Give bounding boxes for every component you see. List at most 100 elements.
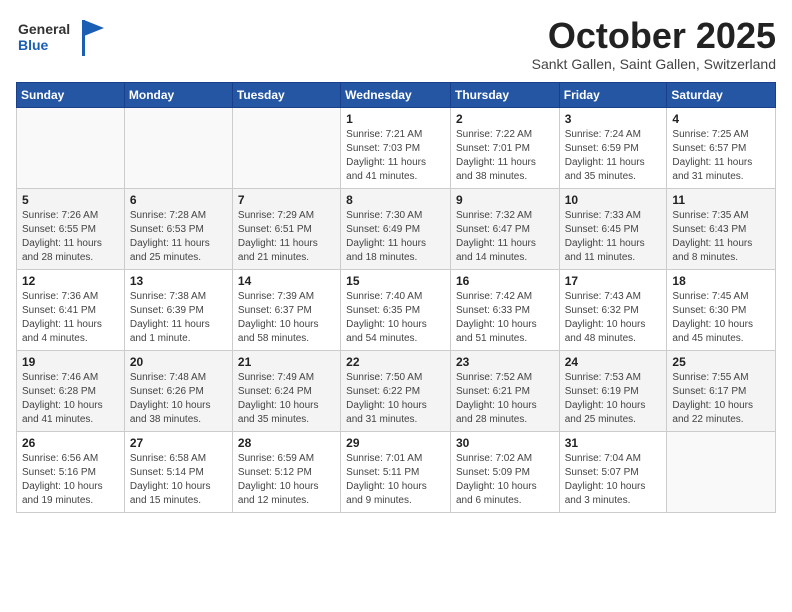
day-number: 25 — [672, 355, 770, 369]
day-info: Sunrise: 6:56 AM Sunset: 5:16 PM Dayligh… — [22, 452, 119, 508]
calendar-cell: 27Sunrise: 6:58 AM Sunset: 5:14 PM Dayli… — [124, 431, 232, 512]
location: Sankt Gallen, Saint Gallen, Switzerland — [532, 56, 776, 72]
day-info: Sunrise: 7:04 AM Sunset: 5:07 PM Dayligh… — [565, 452, 662, 508]
calendar-cell: 28Sunrise: 6:59 AM Sunset: 5:12 PM Dayli… — [232, 431, 340, 512]
header-friday: Friday — [559, 82, 667, 107]
day-number: 1 — [346, 112, 445, 126]
day-number: 17 — [565, 274, 662, 288]
header-thursday: Thursday — [450, 82, 559, 107]
day-info: Sunrise: 7:01 AM Sunset: 5:11 PM Dayligh… — [346, 452, 445, 508]
day-number: 27 — [130, 436, 227, 450]
day-info: Sunrise: 7:50 AM Sunset: 6:22 PM Dayligh… — [346, 371, 445, 427]
day-info: Sunrise: 7:22 AM Sunset: 7:01 PM Dayligh… — [456, 128, 554, 184]
day-number: 13 — [130, 274, 227, 288]
day-info: Sunrise: 7:35 AM Sunset: 6:43 PM Dayligh… — [672, 209, 770, 265]
day-info: Sunrise: 7:42 AM Sunset: 6:33 PM Dayligh… — [456, 290, 554, 346]
calendar-cell: 13 Sunrise: 7:38 AM Sunset: 6:39 PM Dayli… — [124, 269, 232, 350]
calendar-cell: 29 Sunrise: 7:01 AM Sunset: 5:11 PM Dayli… — [341, 431, 451, 512]
day-number: 5 — [22, 193, 119, 207]
day-number: 3 — [565, 112, 662, 126]
calendar-cell: 8Sunrise: 7:30 AM Sunset: 6:49 PM Daylig… — [341, 188, 451, 269]
calendar-week-5: 26 Sunrise: 6:56 AM Sunset: 5:16 PM Dayli… — [17, 431, 776, 512]
calendar-week-2: 5 Sunrise: 7:26 AM Sunset: 6:55 PM Daylig… — [17, 188, 776, 269]
day-number: 26 — [22, 436, 119, 450]
calendar: Sunday Monday Tuesday Wednesday Thursday… — [16, 82, 776, 513]
day-number: 19 — [22, 355, 119, 369]
logo-svg: General Blue — [16, 16, 106, 61]
calendar-cell: 10 Sunrise: 7:33 AM Sunset: 6:45 PM Dayli… — [559, 188, 667, 269]
day-info: Sunrise: 7:53 AM Sunset: 6:19 PM Dayligh… — [565, 371, 662, 427]
day-info: Sunrise: 7:52 AM Sunset: 6:21 PM Dayligh… — [456, 371, 554, 427]
day-info: Sunrise: 7:24 AM Sunset: 6:59 PM Dayligh… — [565, 128, 662, 184]
calendar-cell: 6 Sunrise: 7:28 AM Sunset: 6:53 PM Daylig… — [124, 188, 232, 269]
calendar-cell: 9 Sunrise: 7:32 AM Sunset: 6:47 PM Daylig… — [450, 188, 559, 269]
calendar-cell: 5 Sunrise: 7:26 AM Sunset: 6:55 PM Daylig… — [17, 188, 125, 269]
calendar-cell: 2 Sunrise: 7:22 AM Sunset: 7:01 PM Daylig… — [450, 107, 559, 188]
day-info: Sunrise: 7:02 AM Sunset: 5:09 PM Dayligh… — [456, 452, 554, 508]
calendar-cell: 21 Sunrise: 7:49 AM Sunset: 6:24 PM Dayli… — [232, 350, 340, 431]
day-info: Sunrise: 7:32 AM Sunset: 6:47 PM Dayligh… — [456, 209, 554, 265]
calendar-week-4: 19 Sunrise: 7:46 AM Sunset: 6:28 PM Dayli… — [17, 350, 776, 431]
day-number: 12 — [22, 274, 119, 288]
calendar-cell — [17, 107, 125, 188]
calendar-cell: 3 Sunrise: 7:24 AM Sunset: 6:59 PM Daylig… — [559, 107, 667, 188]
day-number: 29 — [346, 436, 445, 450]
day-number: 16 — [456, 274, 554, 288]
page: General Blue October 2025 Sankt Gallen, … — [0, 0, 792, 612]
day-number: 30 — [456, 436, 554, 450]
calendar-cell: 1Sunrise: 7:21 AM Sunset: 7:03 PM Daylig… — [341, 107, 451, 188]
day-info: Sunrise: 7:40 AM Sunset: 6:35 PM Dayligh… — [346, 290, 445, 346]
month-title: October 2025 — [532, 16, 776, 56]
day-number: 15 — [346, 274, 445, 288]
calendar-cell — [124, 107, 232, 188]
title-block: October 2025 Sankt Gallen, Saint Gallen,… — [532, 16, 776, 72]
day-info: Sunrise: 7:26 AM Sunset: 6:55 PM Dayligh… — [22, 209, 119, 265]
calendar-cell: 26 Sunrise: 6:56 AM Sunset: 5:16 PM Dayli… — [17, 431, 125, 512]
calendar-cell: 31 Sunrise: 7:04 AM Sunset: 5:07 PM Dayli… — [559, 431, 667, 512]
day-info: Sunrise: 7:55 AM Sunset: 6:17 PM Dayligh… — [672, 371, 770, 427]
calendar-cell — [667, 431, 776, 512]
day-number: 18 — [672, 274, 770, 288]
calendar-cell: 11 Sunrise: 7:35 AM Sunset: 6:43 PM Dayli… — [667, 188, 776, 269]
day-info: Sunrise: 7:45 AM Sunset: 6:30 PM Dayligh… — [672, 290, 770, 346]
day-info: Sunrise: 7:33 AM Sunset: 6:45 PM Dayligh… — [565, 209, 662, 265]
calendar-week-3: 12 Sunrise: 7:36 AM Sunset: 6:41 PM Dayli… — [17, 269, 776, 350]
day-number: 9 — [456, 193, 554, 207]
day-number: 20 — [130, 355, 227, 369]
weekday-header-row: Sunday Monday Tuesday Wednesday Thursday… — [17, 82, 776, 107]
day-number: 2 — [456, 112, 554, 126]
calendar-cell: 24 Sunrise: 7:53 AM Sunset: 6:19 PM Dayli… — [559, 350, 667, 431]
day-number: 14 — [238, 274, 335, 288]
day-info: Sunrise: 7:39 AM Sunset: 6:37 PM Dayligh… — [238, 290, 335, 346]
calendar-cell: 19 Sunrise: 7:46 AM Sunset: 6:28 PM Dayli… — [17, 350, 125, 431]
svg-text:General: General — [18, 21, 70, 37]
day-info: Sunrise: 7:36 AM Sunset: 6:41 PM Dayligh… — [22, 290, 119, 346]
day-info: Sunrise: 7:38 AM Sunset: 6:39 PM Dayligh… — [130, 290, 227, 346]
day-info: Sunrise: 7:28 AM Sunset: 6:53 PM Dayligh… — [130, 209, 227, 265]
day-number: 21 — [238, 355, 335, 369]
day-info: Sunrise: 7:49 AM Sunset: 6:24 PM Dayligh… — [238, 371, 335, 427]
day-number: 10 — [565, 193, 662, 207]
day-number: 6 — [130, 193, 227, 207]
day-number: 31 — [565, 436, 662, 450]
calendar-cell — [232, 107, 340, 188]
calendar-week-1: 1Sunrise: 7:21 AM Sunset: 7:03 PM Daylig… — [17, 107, 776, 188]
header-saturday: Saturday — [667, 82, 776, 107]
calendar-cell: 22Sunrise: 7:50 AM Sunset: 6:22 PM Dayli… — [341, 350, 451, 431]
calendar-cell: 7Sunrise: 7:29 AM Sunset: 6:51 PM Daylig… — [232, 188, 340, 269]
calendar-cell: 30 Sunrise: 7:02 AM Sunset: 5:09 PM Dayli… — [450, 431, 559, 512]
svg-text:Blue: Blue — [18, 37, 49, 53]
day-info: Sunrise: 7:25 AM Sunset: 6:57 PM Dayligh… — [672, 128, 770, 184]
calendar-cell: 23Sunrise: 7:52 AM Sunset: 6:21 PM Dayli… — [450, 350, 559, 431]
calendar-cell: 20Sunrise: 7:48 AM Sunset: 6:26 PM Dayli… — [124, 350, 232, 431]
logo-text: General Blue — [16, 16, 106, 66]
header: General Blue October 2025 Sankt Gallen, … — [16, 16, 776, 72]
logo: General Blue — [16, 16, 106, 66]
calendar-cell: 14 Sunrise: 7:39 AM Sunset: 6:37 PM Dayli… — [232, 269, 340, 350]
day-info: Sunrise: 7:30 AM Sunset: 6:49 PM Dayligh… — [346, 209, 445, 265]
day-number: 24 — [565, 355, 662, 369]
day-info: Sunrise: 7:46 AM Sunset: 6:28 PM Dayligh… — [22, 371, 119, 427]
day-number: 7 — [238, 193, 335, 207]
day-number: 11 — [672, 193, 770, 207]
calendar-cell: 16 Sunrise: 7:42 AM Sunset: 6:33 PM Dayli… — [450, 269, 559, 350]
